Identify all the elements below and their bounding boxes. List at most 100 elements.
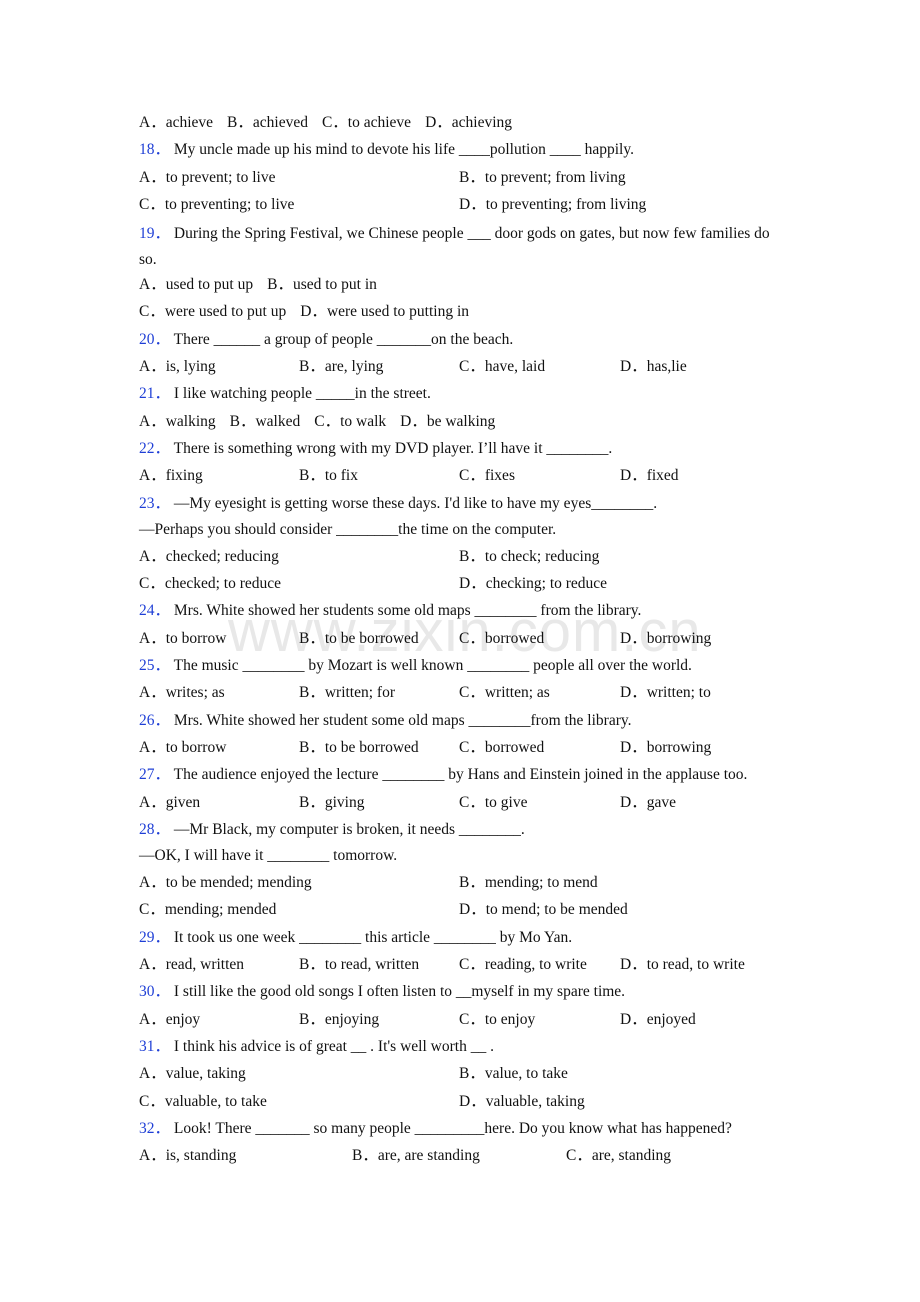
option-letter: B． [267, 276, 293, 294]
option-text: borrowing [646, 738, 712, 756]
answer-option[interactable]: D．be walking [400, 413, 495, 430]
option-text: used to put up [165, 276, 254, 294]
answer-option[interactable]: B．to be borrowed [299, 628, 419, 650]
answer-option[interactable]: A．fixing [139, 465, 203, 487]
question-text: Look! There _______ so many people _____… [173, 1119, 732, 1137]
answer-option[interactable]: A．is, standing [139, 1145, 236, 1167]
question-22: 22． There is something wrong with my DVD… [139, 438, 789, 493]
answer-option[interactable]: C．to preventing; to live [139, 194, 294, 216]
option-letter: A． [139, 168, 166, 186]
answer-option[interactable]: D．were used to putting in [300, 303, 469, 320]
answer-option[interactable]: D．enjoyed [620, 1009, 696, 1031]
option-text: to read, to write [646, 956, 745, 974]
option-letter: D． [620, 956, 647, 974]
question-stem: 20． There ______ a group of people _____… [139, 329, 789, 356]
question-number: 22． [139, 439, 171, 457]
answer-option[interactable]: D．fixed [620, 465, 679, 487]
answer-option[interactable]: C．written; as [459, 682, 550, 704]
answer-option[interactable]: D．borrowing [620, 628, 711, 650]
answer-option[interactable]: B．to read, written [299, 954, 419, 976]
option-letter: C． [139, 901, 165, 919]
option-letter: B． [299, 956, 325, 974]
answer-option[interactable]: D．has,lie [620, 356, 687, 378]
exam-page: A．achieve B．achieved C．to achieve D．achievi… [139, 112, 789, 1172]
answer-option[interactable]: B．are, lying [299, 356, 383, 378]
option-letter: B． [227, 114, 253, 131]
answer-option[interactable]: A．to prevent; to live [139, 167, 275, 189]
option-text: to borrow [165, 738, 227, 756]
option-letter: C． [459, 467, 485, 485]
answer-option[interactable]: C．have, laid [459, 356, 545, 378]
answer-option[interactable]: C．borrowed [459, 628, 544, 650]
option-text: borrowing [646, 629, 712, 647]
answer-option[interactable]: D．achieving [425, 114, 512, 131]
answer-option[interactable]: B．mending; to mend [459, 872, 598, 894]
answer-option[interactable]: B．value, to take [459, 1063, 568, 1085]
answer-option[interactable]: B．walked [230, 413, 301, 430]
answer-option[interactable]: A．achieve [139, 114, 213, 131]
answer-option[interactable]: A．used to put up [139, 276, 253, 293]
option-letter: B． [299, 467, 325, 485]
answer-option[interactable]: A．to be mended; mending [139, 872, 312, 894]
question-stem: 21． I like watching people _____in the s… [139, 383, 789, 410]
answer-option[interactable]: D．to mend; to be mended [459, 899, 628, 921]
answer-option[interactable]: A．read, written [139, 954, 244, 976]
option-text: be walking [426, 412, 496, 430]
answer-option[interactable]: B．used to put in [267, 276, 377, 293]
question-text: —Mr Black, my computer is broken, it nee… [173, 820, 525, 838]
answer-option[interactable]: D．gave [620, 792, 676, 814]
answer-option[interactable]: B．enjoying [299, 1009, 379, 1031]
answer-option[interactable]: A．writes; as [139, 682, 225, 704]
option-text: checked; to reduce [164, 575, 282, 593]
answer-option[interactable]: C．reading, to write [459, 954, 587, 976]
answer-option[interactable]: D．valuable, taking [459, 1091, 585, 1113]
answer-option[interactable]: A．to borrow [139, 628, 226, 650]
option-letter: B． [459, 874, 485, 892]
answer-option[interactable]: C．mending; mended [139, 899, 276, 921]
answer-option[interactable]: C．fixes [459, 465, 515, 487]
answer-option[interactable]: D．borrowing [620, 737, 711, 759]
answer-option[interactable]: A．given [139, 792, 200, 814]
option-text: achieve [165, 114, 214, 131]
option-letter: D． [300, 303, 327, 321]
answer-option[interactable]: D．to read, to write [620, 954, 745, 976]
answer-option[interactable]: A．enjoy [139, 1009, 200, 1031]
answer-option[interactable]: C．were used to put up [139, 303, 286, 320]
answer-option[interactable]: B．to fix [299, 465, 358, 487]
answer-option[interactable]: A．value, taking [139, 1063, 246, 1085]
options-row: C．mending; mended D．to mend; to be mended [139, 899, 789, 926]
option-letter: D． [459, 575, 486, 593]
answer-option[interactable]: B．giving [299, 792, 364, 814]
answer-option[interactable]: C．to enjoy [459, 1009, 535, 1031]
answer-option[interactable]: C．to give [459, 792, 527, 814]
answer-option[interactable]: C．checked; to reduce [139, 573, 281, 595]
option-text: walking [165, 412, 216, 430]
option-letter: A． [139, 738, 166, 756]
answer-option[interactable]: B．to prevent; from living [459, 167, 626, 189]
answer-option[interactable]: D．checking; to reduce [459, 573, 607, 595]
answer-option[interactable]: C．to achieve [322, 114, 411, 131]
answer-option[interactable]: A．checked; reducing [139, 546, 279, 568]
answer-option[interactable]: C．valuable, to take [139, 1091, 267, 1113]
option-text: to prevent; to live [165, 168, 276, 186]
answer-option[interactable]: A．to borrow [139, 737, 226, 759]
answer-option[interactable]: C．to walk [314, 413, 386, 430]
question-stem: 28． —Mr Black, my computer is broken, it… [139, 819, 789, 845]
answer-option[interactable]: A．is, lying [139, 356, 216, 378]
answer-option[interactable]: C．borrowed [459, 737, 544, 759]
answer-option[interactable]: B．to check; reducing [459, 546, 599, 568]
answer-option[interactable]: C．are, standing [566, 1145, 671, 1167]
answer-option[interactable]: B．are, are standing [352, 1145, 480, 1167]
option-letter: B． [299, 1010, 325, 1028]
answer-option[interactable]: A．walking [139, 413, 216, 430]
option-text: to walk [340, 412, 387, 430]
answer-option[interactable]: D．written; to [620, 682, 711, 704]
answer-option[interactable]: B．written; for [299, 682, 395, 704]
question-32: 32． Look! There _______ so many people _… [139, 1118, 789, 1173]
answer-option[interactable]: B．achieved [227, 114, 308, 131]
option-letter: C． [139, 575, 165, 593]
answer-option[interactable]: B．to be borrowed [299, 737, 419, 759]
question-24: 24． Mrs. White showed her students some … [139, 600, 789, 655]
option-letter: A． [139, 793, 166, 811]
answer-option[interactable]: D．to preventing; from living [459, 194, 646, 216]
